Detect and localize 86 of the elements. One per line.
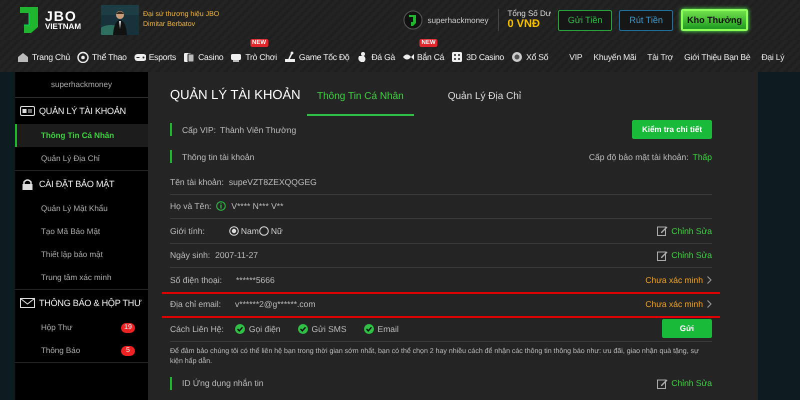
balance-amount: 0 VNĐ bbox=[507, 18, 541, 30]
cards-icon bbox=[183, 51, 196, 63]
checkbox-label: Email bbox=[378, 324, 399, 334]
field-label: Tên tài khoản: bbox=[170, 176, 224, 187]
nav-link[interactable]: Bắn Cá bbox=[417, 52, 444, 62]
logo-name: JBO bbox=[45, 9, 77, 23]
dice-icon bbox=[451, 51, 464, 63]
section-heading: ID Ứng dụng nhắn tin bbox=[182, 378, 264, 388]
sidebar-item[interactable]: Thiết lập bảo mật bbox=[15, 243, 148, 266]
nav-link[interactable]: VIP bbox=[569, 52, 582, 62]
chevron-right-icon bbox=[707, 300, 712, 308]
envelope-icon bbox=[20, 297, 35, 309]
nav-link[interactable]: Trò Chơi bbox=[245, 52, 277, 62]
section-heading: Thông tin tài khoản bbox=[182, 152, 254, 162]
radio-label: Nữ bbox=[270, 226, 283, 236]
field-value: ******5666 bbox=[236, 274, 275, 285]
edit-icon bbox=[657, 250, 668, 261]
nav-link[interactable]: Giới Thiệu Bạn Bè bbox=[684, 52, 750, 62]
field-label: Số điện thoại: bbox=[170, 274, 222, 285]
sidebar-item[interactable]: Trung tâm xác minh bbox=[15, 266, 148, 289]
avatar-icon bbox=[402, 10, 423, 30]
radio-button[interactable] bbox=[258, 226, 269, 236]
checkbox[interactable] bbox=[298, 324, 308, 334]
nav-link[interactable]: Đá Gà bbox=[371, 52, 396, 62]
edit-link[interactable]: Chỉnh Sửa bbox=[657, 250, 712, 261]
nav-link[interactable]: Xổ Số bbox=[526, 52, 548, 62]
radio-label: Nam bbox=[240, 226, 259, 236]
section-heading: QUẢN LÝ TÀI KHOẢN bbox=[39, 106, 126, 116]
field-value: supeVZT8ZEXQQGEG bbox=[228, 176, 317, 187]
tab[interactable]: Quản Lý Địa Chỉ bbox=[438, 91, 532, 116]
field-label: Địa chỉ email: bbox=[170, 299, 222, 310]
home-icon bbox=[17, 51, 29, 63]
field-label: Ngày sinh: bbox=[170, 250, 210, 260]
nav-link[interactable]: Thể Thao bbox=[92, 52, 127, 62]
edit-icon bbox=[657, 378, 668, 388]
verify-link[interactable]: Chưa xác minh bbox=[645, 299, 712, 310]
page-title: QUẢN LÝ TÀI KHOẢN bbox=[170, 87, 302, 104]
field-label: Cấp độ bảo mật tài khoản: bbox=[588, 152, 689, 162]
tab[interactable]: Thông Tin Cá Nhân bbox=[307, 91, 414, 116]
balance-label: Tổng Số Dư bbox=[507, 10, 552, 18]
deposit-button[interactable]: Gửi Tiền bbox=[558, 10, 612, 30]
nav-link[interactable]: Đại Lý bbox=[761, 52, 784, 62]
checkbox[interactable] bbox=[364, 324, 374, 334]
checkbox[interactable] bbox=[234, 324, 245, 334]
field-label: Giới tính: bbox=[170, 226, 205, 236]
section-heading: CÀI ĐẶT BẢO MẬT bbox=[39, 179, 114, 189]
arcade-icon bbox=[230, 51, 242, 63]
field-value: 2007-11-27 bbox=[215, 250, 258, 260]
sidebar-item[interactable]: Quản Lý Mật Khẩu bbox=[15, 197, 148, 220]
field-value: Thành Viên Thường bbox=[220, 124, 296, 134]
checkbox-label: Gửi SMS bbox=[312, 324, 347, 334]
field-label: Cách Liên Hệ: bbox=[170, 324, 224, 334]
field-value: V**** N*** V** bbox=[231, 201, 284, 212]
section-heading: THÔNG BÁO & HỘP THƯ bbox=[39, 298, 142, 308]
nav-link[interactable]: Esports bbox=[148, 52, 176, 62]
reward-button[interactable]: Kho Thưởng bbox=[681, 9, 748, 31]
nav-link[interactable]: Casino bbox=[198, 52, 224, 62]
sidebar-item[interactable]: Thông Tin Cá Nhân bbox=[15, 124, 148, 147]
chevron-right-icon bbox=[707, 276, 712, 284]
sidebar-item[interactable]: Quản Lý Địa Chỉ bbox=[15, 147, 148, 170]
verify-link[interactable]: Chưa xác minh bbox=[645, 274, 712, 285]
nav-link[interactable]: Tài Trợ bbox=[647, 52, 674, 62]
nav-link[interactable]: Trang Chủ bbox=[32, 52, 70, 62]
edit-icon bbox=[657, 225, 668, 236]
field-value: v******2@g******.com bbox=[235, 299, 316, 310]
nav-link[interactable]: Khuyến Mãi bbox=[593, 52, 636, 62]
sidebar-item[interactable]: Tạo Mã Bảo Mật bbox=[15, 220, 148, 243]
logo-region: VIETNAM bbox=[45, 23, 81, 31]
lottery-ball-icon bbox=[511, 51, 524, 63]
edit-link[interactable]: Chỉnh Sửa bbox=[657, 225, 712, 236]
gamepad-icon bbox=[134, 51, 146, 63]
radio-button[interactable] bbox=[228, 226, 239, 236]
security-level: Thấp bbox=[692, 152, 712, 162]
field-label: Họ và Tên: bbox=[170, 201, 212, 212]
checkbox-label: Gọi điện bbox=[248, 324, 281, 334]
field-label: Cấp VIP: bbox=[182, 124, 216, 134]
nav-link[interactable]: Game Tốc Độ bbox=[298, 52, 350, 62]
nav-link[interactable]: 3D Casino bbox=[466, 52, 504, 62]
info-icon bbox=[216, 201, 226, 212]
id-card-icon bbox=[20, 105, 35, 117]
lock-icon bbox=[20, 178, 35, 190]
username: superhackmoney bbox=[428, 16, 488, 24]
edit-link[interactable]: Chỉnh Sửa bbox=[657, 378, 712, 388]
joystick-icon bbox=[284, 51, 296, 63]
logo-icon bbox=[17, 5, 41, 35]
withdraw-button[interactable]: Rút Tiền bbox=[619, 10, 674, 30]
